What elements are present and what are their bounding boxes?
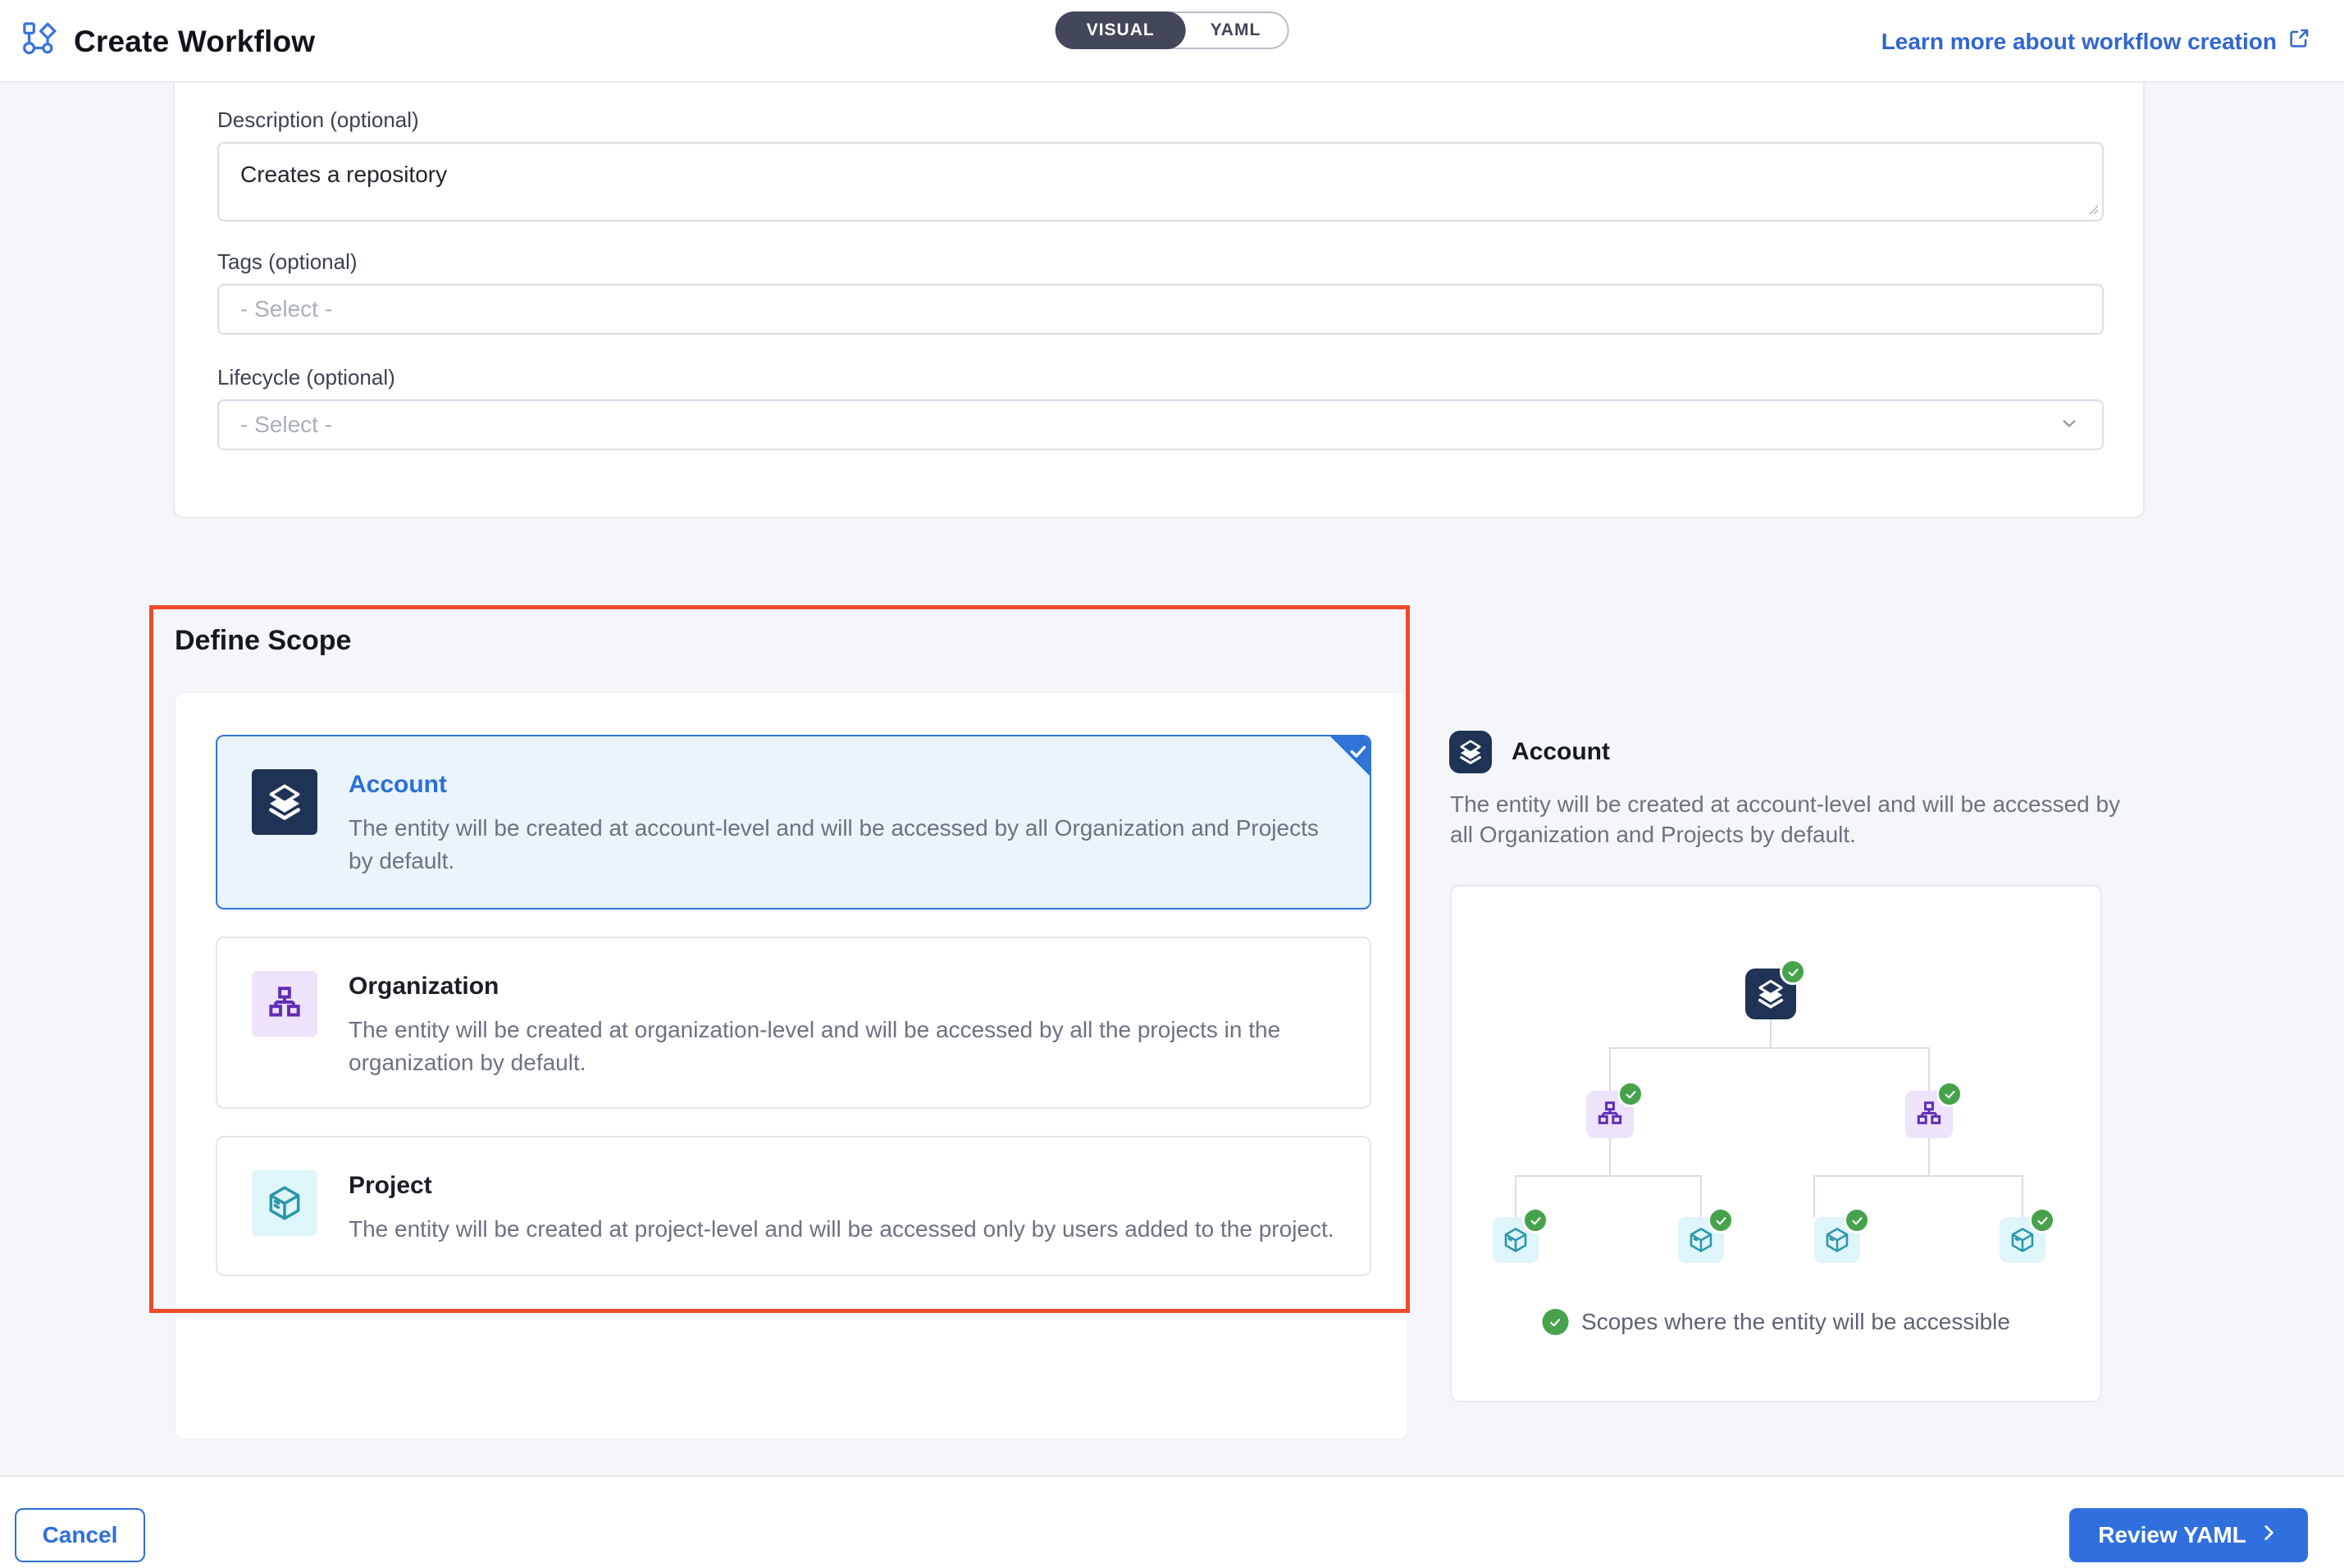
create-workflow-page: Create Workflow VISUAL YAML Learn more a…: [0, 0, 2344, 1568]
review-yaml-button[interactable]: Review YAML: [2069, 1508, 2308, 1562]
tree-connector: [1515, 1175, 1516, 1217]
define-scope-title: Define Scope: [175, 625, 351, 657]
tree-connector: [1770, 1019, 1772, 1047]
tree-connector: [1928, 1138, 1930, 1175]
tree-node-organization: [1905, 1091, 1953, 1138]
account-layers-icon: [1449, 731, 1492, 773]
description-textarea[interactable]: Creates a repository: [217, 142, 2104, 221]
scope-tree-diagram: Scopes where the entity will be accessib…: [1452, 887, 2100, 1401]
header-left: Create Workflow: [21, 0, 315, 83]
green-check-badge: [1780, 959, 1806, 985]
tree-connector: [1609, 1047, 1611, 1091]
scope-option-description: The entity will be created at organizati…: [349, 1014, 1335, 1079]
green-check-badge: [1617, 1081, 1644, 1107]
learn-more-link[interactable]: Learn more about workflow creation: [1881, 0, 2311, 83]
scope-option-project[interactable]: Project The entity will be created at pr…: [216, 1136, 1371, 1276]
selected-corner-check: [1329, 736, 1370, 777]
toggle-yaml[interactable]: YAML: [1183, 11, 1289, 49]
chevron-down-icon: [2058, 412, 2081, 439]
scope-option-organization[interactable]: Organization The entity will be created …: [216, 937, 1371, 1109]
account-layers-icon: [252, 769, 317, 835]
organization-hierarchy-icon: [252, 971, 317, 1037]
external-link-icon: [2287, 26, 2311, 57]
lifecycle-select[interactable]: - Select -: [217, 399, 2104, 450]
scope-preview-header: Account: [1449, 731, 1610, 773]
preview-title: Account: [1512, 738, 1610, 766]
green-check-badge: [2029, 1207, 2055, 1233]
review-yaml-label: Review YAML: [2098, 1522, 2246, 1548]
toggle-visual[interactable]: VISUAL: [1056, 11, 1186, 49]
scope-option-description: The entity will be created at project-le…: [349, 1213, 1334, 1246]
tree-node-account: [1745, 969, 1796, 1019]
legend-text: Scopes where the entity will be accessib…: [1581, 1309, 2010, 1335]
tree-connector: [1609, 1047, 1930, 1049]
tree-node-project: [1678, 1217, 1724, 1263]
define-scope-panel: Account The entity will be created at ac…: [175, 692, 1408, 1439]
scope-tree-card: Scopes where the entity will be accessib…: [1450, 885, 2102, 1402]
green-check-badge: [1522, 1207, 1548, 1233]
preview-description: The entity will be created at account-le…: [1450, 789, 2131, 850]
tree-connector: [1515, 1175, 1702, 1177]
lifecycle-placeholder: - Select -: [240, 412, 332, 438]
workflow-icon: [21, 21, 59, 62]
green-check-badge: [1708, 1207, 1734, 1233]
page-title: Create Workflow: [74, 25, 315, 59]
green-check-badge: [1936, 1081, 1963, 1107]
scope-option-title: Project: [349, 1172, 1334, 1200]
footer: Cancel Review YAML: [0, 1475, 2344, 1568]
project-cube-icon: [252, 1170, 317, 1236]
tree-legend: Scopes where the entity will be accessib…: [1542, 1309, 2010, 1335]
scope-option-account[interactable]: Account The entity will be created at ac…: [216, 735, 1371, 909]
chevron-right-icon: [2258, 1522, 2279, 1549]
description-field-wrap: Creates a repository: [217, 142, 2104, 221]
workflow-details-card: Description (optional) Creates a reposit…: [173, 83, 2145, 518]
tree-connector: [1609, 1138, 1611, 1175]
tree-node-project: [2000, 1217, 2045, 1263]
scope-option-title: Organization: [349, 973, 1335, 1001]
tree-connector: [1813, 1175, 1815, 1217]
tags-label: Tags (optional): [217, 249, 358, 275]
visual-yaml-toggle: VISUAL YAML: [1056, 11, 1289, 49]
header: Create Workflow VISUAL YAML Learn more a…: [0, 0, 2344, 83]
scope-option-title: Account: [349, 771, 1335, 799]
tree-connector: [1928, 1047, 1930, 1091]
tree-connector: [1700, 1175, 1702, 1217]
tree-connector: [1813, 1175, 2023, 1177]
tree-node-organization: [1586, 1091, 1634, 1138]
lifecycle-label: Lifecycle (optional): [217, 365, 395, 390]
tree-node-project: [1814, 1217, 1860, 1263]
tree-node-project: [1493, 1217, 1539, 1263]
description-label: Description (optional): [217, 107, 419, 133]
cancel-button[interactable]: Cancel: [15, 1508, 145, 1562]
scope-option-description: The entity will be created at account-le…: [349, 812, 1335, 877]
green-check-badge: [1844, 1207, 1870, 1233]
learn-more-label: Learn more about workflow creation: [1881, 29, 2277, 55]
tree-connector: [2022, 1175, 2023, 1217]
green-check-icon: [1542, 1309, 1568, 1335]
tags-input[interactable]: [217, 284, 2104, 335]
